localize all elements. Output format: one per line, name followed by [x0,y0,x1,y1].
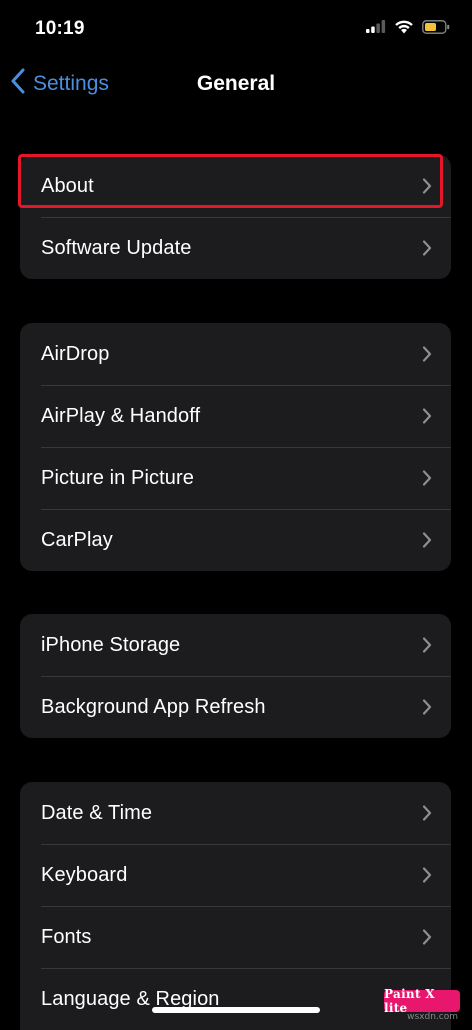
chevron-right-icon [422,867,432,883]
settings-group-1: About Software Update [20,155,451,279]
chevron-right-icon [422,346,432,362]
row-label: AirPlay & Handoff [41,404,201,427]
row-label: AirDrop [41,342,110,365]
status-time: 10:19 [35,18,85,39]
home-indicator[interactable] [152,1007,320,1013]
row-label: Background App Refresh [41,695,266,718]
row-label: CarPlay [41,528,113,551]
settings-row-iphone-storage[interactable]: iPhone Storage [20,614,451,676]
cellular-signal-icon [366,20,386,38]
settings-group-3: iPhone Storage Background App Refresh [20,614,451,738]
settings-row-background-app-refresh[interactable]: Background App Refresh [20,676,451,738]
row-label: Date & Time [41,801,153,824]
settings-group-2: AirDrop AirPlay & Handoff Picture in Pic… [20,323,451,571]
settings-row-airdrop[interactable]: AirDrop [20,323,451,385]
chevron-right-icon [422,178,432,194]
settings-row-about[interactable]: About [20,155,451,217]
battery-icon [422,19,450,39]
chevron-right-icon [422,929,432,945]
chevron-right-icon [422,532,432,548]
settings-row-picture-in-picture[interactable]: Picture in Picture [20,447,451,509]
watermark-badge: Paint X lite [384,987,460,1015]
status-icons [366,19,450,39]
settings-row-carplay[interactable]: CarPlay [20,509,451,571]
navigation-bar: Settings General [0,58,472,110]
settings-row-fonts[interactable]: Fonts [20,906,451,968]
chevron-right-icon [422,805,432,821]
row-label: Keyboard [41,863,128,886]
settings-row-software-update[interactable]: Software Update [20,217,451,279]
status-bar: 10:19 [0,0,472,58]
chevron-right-icon [422,470,432,486]
chevron-right-icon [422,408,432,424]
row-label: Software Update [41,236,192,259]
row-label: Fonts [41,925,92,948]
row-label: Picture in Picture [41,466,194,489]
row-label: iPhone Storage [41,633,181,656]
row-label: About [41,174,94,197]
chevron-right-icon [422,699,432,715]
page-title: General [196,72,276,95]
settings-row-keyboard[interactable]: Keyboard [20,844,451,906]
wifi-icon [394,19,414,39]
settings-row-airplay-handoff[interactable]: AirPlay & Handoff [20,385,451,447]
chevron-right-icon [422,637,432,653]
settings-row-date-time[interactable]: Date & Time [20,782,451,844]
watermark-site: wsxdn.com [407,1012,458,1022]
chevron-right-icon [422,240,432,256]
